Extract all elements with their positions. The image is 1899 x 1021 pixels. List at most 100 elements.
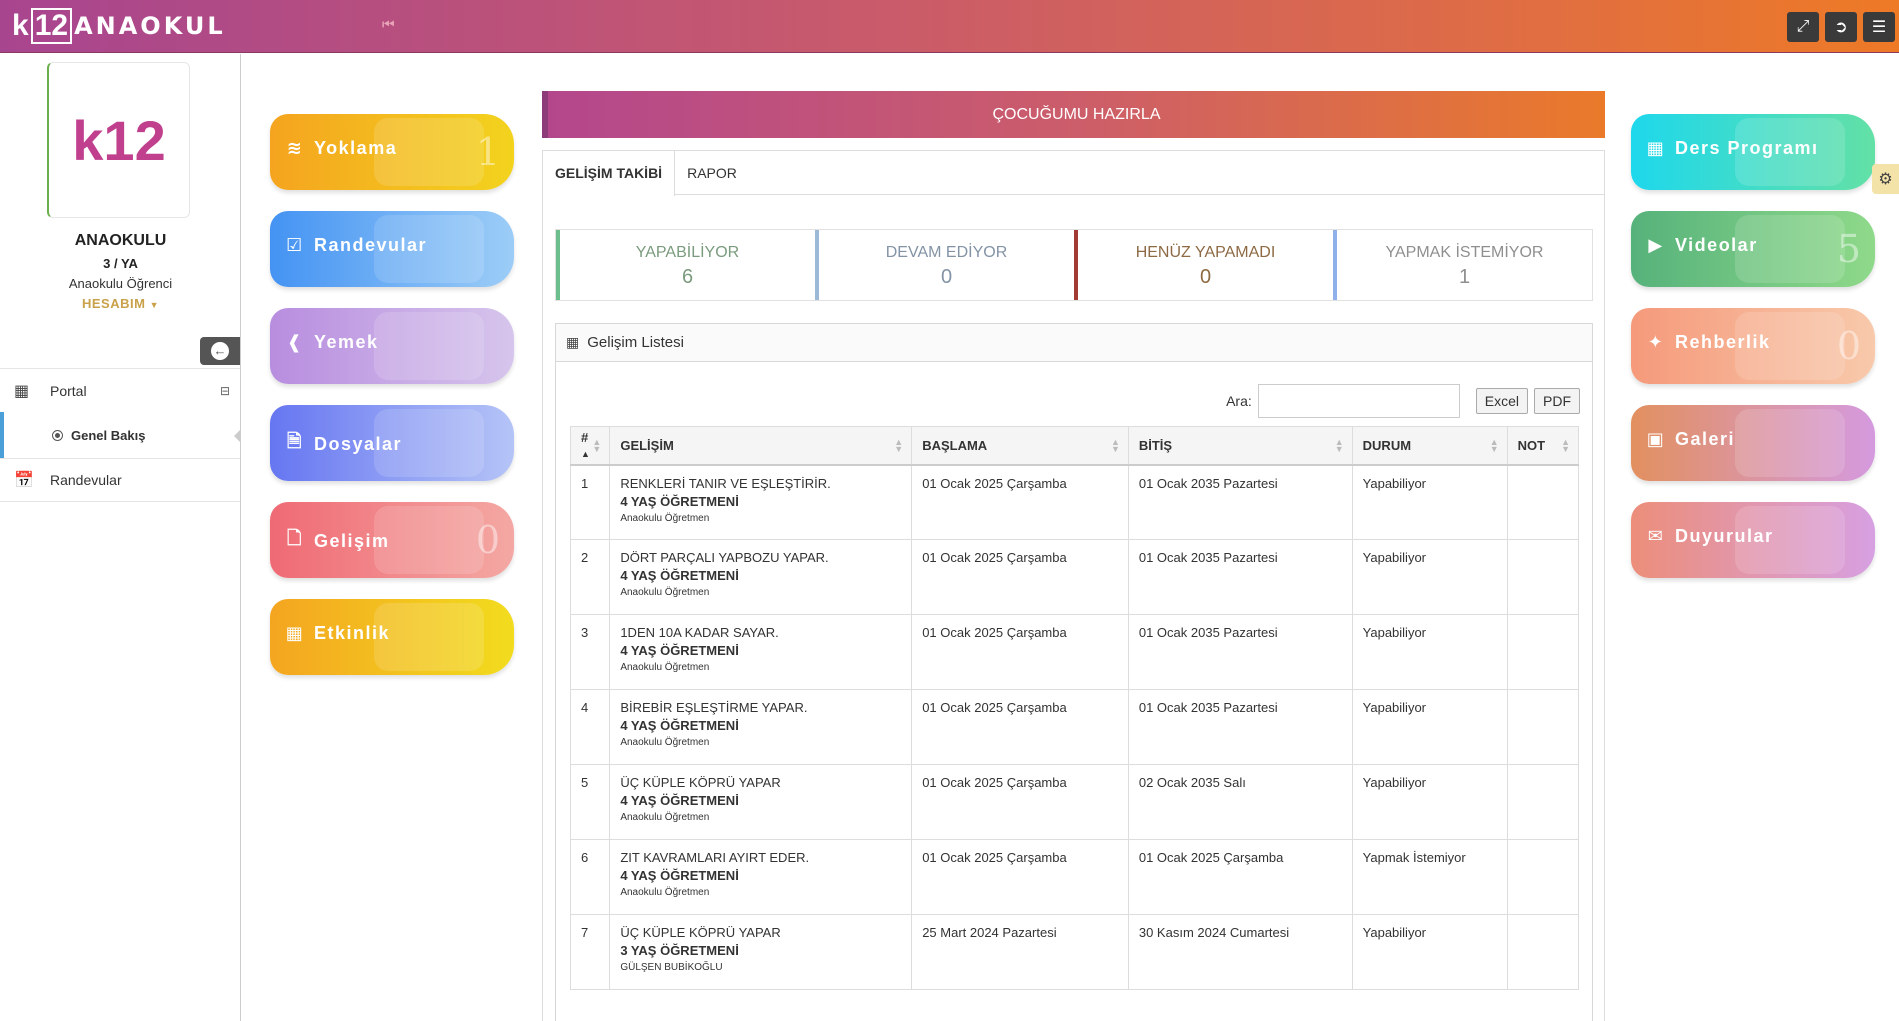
skill-title: 1DEN 10A KADAR SAYAR. bbox=[620, 625, 779, 640]
skill-title: ÜÇ KÜPLE KÖPRÜ YAPAR bbox=[620, 775, 781, 790]
sidebar-item-portal[interactable]: ▦ Portal ⊟ bbox=[0, 368, 240, 412]
page-banner: ÇOCUĞUMU HAZIRLA bbox=[542, 91, 1605, 138]
calendar-check-icon: ☑ bbox=[286, 235, 304, 255]
tile-label: Dosyalar bbox=[314, 433, 403, 454]
skill-author: Anaokulu Öğretmen bbox=[620, 812, 710, 823]
sidebar-item-label: Portal bbox=[50, 382, 87, 399]
cell-gelisim: DÖRT PARÇALI YAPBOZU YAPAR. 4 YAŞ ÖĞRETM… bbox=[609, 539, 913, 615]
column-header-bitis[interactable]: BİTİŞ ▲ ▼ bbox=[1127, 426, 1353, 466]
table-icon: ▦ bbox=[566, 334, 580, 350]
class-name: 3 / YA bbox=[103, 256, 138, 271]
app-logo[interactable]: k 12 ANAOKUL bbox=[12, 7, 226, 45]
puzzle-icon: ✦ bbox=[1647, 332, 1665, 352]
column-header-baslama[interactable]: BAŞLAMA ▲ ▼ bbox=[911, 426, 1129, 466]
table-row[interactable]: 5 ÜÇ KÜPLE KÖPRÜ YAPAR 4 YAŞ ÖĞRETMENİ A… bbox=[569, 764, 1580, 840]
column-header-no[interactable]: # ▲ ▲ ▼ bbox=[569, 426, 611, 466]
fullscreen-icon[interactable]: ⤢ bbox=[1787, 12, 1819, 42]
cell-baslama: 01 Ocak 2025 Çarşamba bbox=[911, 464, 1129, 540]
excel-button[interactable]: Excel bbox=[1475, 388, 1528, 414]
tile-count: 1 bbox=[475, 130, 500, 174]
list-header: ▦ Gelişim Listesi bbox=[556, 324, 1592, 362]
grid-icon: ▦ bbox=[14, 382, 30, 400]
tile-randevular[interactable]: ☑ Randevular bbox=[270, 211, 514, 287]
collapse-icon[interactable]: ⊟ bbox=[220, 384, 230, 398]
cell-durum: Yapabiliyor bbox=[1351, 539, 1508, 615]
sidebar-menu: ▦ Portal ⊟ Genel Bakış 📅 Randevular bbox=[0, 368, 240, 502]
skill-title: RENKLERİ TANIR VE EŞLEŞTİRİR. bbox=[620, 475, 831, 491]
table-row[interactable]: 6 ZIT KAVRAMLARI AYIRT EDER. 4 YAŞ ÖĞRET… bbox=[569, 839, 1580, 915]
copy-icon: 🗋 bbox=[287, 528, 303, 548]
tile-duyurular[interactable]: ✉ Duyurular bbox=[1631, 502, 1875, 578]
envelope-icon: ✉ bbox=[1647, 526, 1665, 546]
wifi-icon: ❰ bbox=[286, 332, 304, 352]
skill-teacher: 3 YAŞ ÖĞRETMENİ bbox=[620, 943, 739, 958]
tile-gelisim[interactable]: 🗋 Gelişim 0 bbox=[270, 502, 514, 578]
status-summary: YAPABİLİYOR 6 DEVAM EDİYOR 0 HENÜZ YAPAM… bbox=[555, 229, 1593, 301]
profile-card: k12 ANAOKULU 3 / YA Anaokulu Öğrenci HES… bbox=[0, 54, 241, 324]
tile-label: Galeri bbox=[1675, 429, 1736, 449]
table-row[interactable]: 4 BİREBİR EŞLEŞTİRME YAPAR. 4 YAŞ ÖĞRETM… bbox=[569, 689, 1580, 765]
column-header-gelisim[interactable]: GELİŞİM ▲ ▼ bbox=[609, 426, 913, 466]
tab-rapor[interactable]: RAPOR bbox=[675, 151, 749, 194]
table-row[interactable]: 2 DÖRT PARÇALI YAPBOZU YAPAR. 4 YAŞ ÖĞRE… bbox=[569, 539, 1580, 615]
tile-yoklama[interactable]: ≋ Yoklama 1 bbox=[270, 114, 514, 190]
stat-label: HENÜZ YAPAMADI bbox=[1135, 244, 1276, 261]
tile-label: Randevular bbox=[314, 235, 428, 255]
column-header-durum[interactable]: DURUM ▲ ▼ bbox=[1351, 426, 1508, 466]
cell-gelisim: RENKLERİ TANIR VE EŞLEŞTİRİR. 4 YAŞ ÖĞRE… bbox=[609, 464, 913, 540]
cell-durum: Yapabiliyor bbox=[1351, 689, 1508, 765]
tile-bg-shape bbox=[374, 506, 484, 574]
user-role: Anaokulu Öğrenci bbox=[68, 276, 173, 291]
skill-teacher: 4 YAŞ ÖĞRETMENİ bbox=[620, 493, 739, 509]
tile-videolar[interactable]: ▶ Videolar 5 bbox=[1631, 211, 1875, 287]
cell-gelisim: BİREBİR EŞLEŞTİRME YAPAR. 4 YAŞ ÖĞRETMEN… bbox=[609, 689, 913, 765]
stat-devam-ediyor: DEVAM EDİYOR 0 bbox=[815, 230, 1074, 300]
search-input[interactable] bbox=[1257, 384, 1460, 418]
video-camera-icon: ▶ bbox=[1648, 235, 1664, 255]
column-header-not[interactable]: NOT ▲ ▼ bbox=[1506, 426, 1580, 466]
cell-bitis: 01 Ocak 2035 Pazartesi bbox=[1127, 614, 1353, 690]
tile-yemek[interactable]: ❰ Yemek bbox=[270, 308, 514, 384]
tile-rehberlik[interactable]: ✦ Rehberlik 0 bbox=[1631, 308, 1875, 384]
settings-gear-icon[interactable]: ⚙ bbox=[1872, 164, 1899, 194]
cell-bitis: 01 Ocak 2035 Pazartesi bbox=[1127, 539, 1353, 615]
back-button[interactable]: ← bbox=[200, 337, 240, 365]
stat-label: DEVAM EDİYOR bbox=[885, 244, 1008, 261]
tile-ders-programi[interactable]: ▦ Ders Programı bbox=[1631, 114, 1875, 190]
cell-baslama: 01 Ocak 2025 Çarşamba bbox=[911, 689, 1129, 765]
tile-galeri[interactable]: ▣ Galeri bbox=[1631, 405, 1875, 481]
collapse-sidebar-icon[interactable]: ⏮ bbox=[382, 16, 398, 36]
sort-icon: ▲ ▼ bbox=[1334, 437, 1344, 454]
skill-title: ÜÇ KÜPLE KÖPRÜ YAPAR bbox=[620, 925, 781, 940]
pdf-button[interactable]: PDF bbox=[1534, 388, 1580, 414]
column-label: GELİŞİM bbox=[620, 437, 674, 453]
tile-etkinlik[interactable]: ▦ Etkinlik bbox=[270, 599, 514, 675]
logout-icon[interactable]: ➲ bbox=[1825, 12, 1857, 42]
stat-value: 0 bbox=[1199, 266, 1212, 288]
table-icon: ▦ bbox=[1646, 138, 1666, 158]
sidebar: k12 ANAOKULU 3 / YA Anaokulu Öğrenci HES… bbox=[0, 54, 241, 1021]
tile-label: Yemek bbox=[314, 332, 379, 352]
cell-not bbox=[1506, 614, 1580, 690]
cell-baslama: 01 Ocak 2025 Çarşamba bbox=[911, 614, 1129, 690]
tab-gelisim-takibi[interactable]: GELİŞİM TAKİBİ bbox=[543, 151, 676, 196]
cell-bitis: 01 Ocak 2025 Çarşamba bbox=[1127, 839, 1353, 915]
table-row[interactable]: 1 RENKLERİ TANIR VE EŞLEŞTİRİR. 4 YAŞ ÖĞ… bbox=[569, 464, 1580, 540]
stat-value: 0 bbox=[940, 266, 953, 288]
menu-icon[interactable]: ☰ bbox=[1863, 12, 1895, 42]
development-table: # ▲ ▲ ▼ GELİŞİM ▲ ▼ BAŞLAMA ▲ ▼ BİTİŞ ▲ ▼ DURUM ▲… bbox=[569, 426, 1580, 990]
table-row[interactable]: 7 ÜÇ KÜPLE KÖPRÜ YAPAR 3 YAŞ ÖĞRETMENİ G… bbox=[569, 914, 1580, 990]
table-row[interactable]: 3 1DEN 10A KADAR SAYAR. 4 YAŞ ÖĞRETMENİ … bbox=[569, 614, 1580, 690]
account-menu[interactable]: HESABIM ▼ bbox=[0, 296, 241, 311]
tile-label: Rehberlik bbox=[1675, 332, 1771, 352]
cell-gelisim: ÜÇ KÜPLE KÖPRÜ YAPAR 3 YAŞ ÖĞRETMENİ GÜL… bbox=[609, 914, 913, 990]
skill-teacher: 4 YAŞ ÖĞRETMENİ bbox=[620, 793, 739, 808]
sidebar-item-randevular[interactable]: 📅 Randevular bbox=[0, 458, 240, 502]
skill-teacher: 4 YAŞ ÖĞRETMENİ bbox=[620, 568, 739, 583]
school-logo: k12 bbox=[47, 62, 190, 218]
sidebar-item-genel-bakis[interactable]: Genel Bakış bbox=[0, 412, 240, 458]
cell-baslama: 01 Ocak 2025 Çarşamba bbox=[911, 539, 1129, 615]
skill-title: DÖRT PARÇALI YAPBOZU YAPAR. bbox=[620, 550, 829, 565]
cell-not bbox=[1506, 914, 1580, 990]
tile-dosyalar[interactable]: 🗎 Dosyalar bbox=[270, 405, 514, 481]
